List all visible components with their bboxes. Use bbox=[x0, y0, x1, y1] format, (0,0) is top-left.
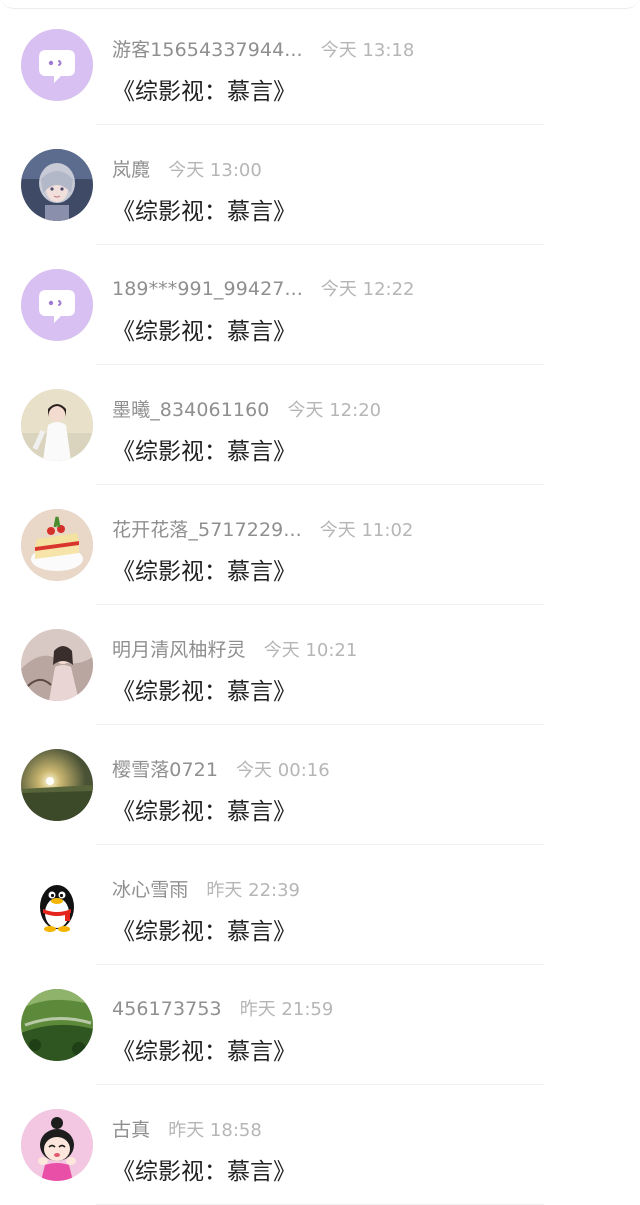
username[interactable]: 岚麑 bbox=[112, 155, 150, 182]
list-item[interactable]: 岚麑 今天 13:00 《综影视：慕言》 bbox=[0, 125, 640, 245]
anime-girl-avatar[interactable] bbox=[21, 149, 93, 221]
username[interactable]: 墨曦_834061160 bbox=[112, 395, 270, 422]
message-text: 《综影视：慕言》 bbox=[112, 919, 296, 945]
username[interactable]: 古真 bbox=[112, 1115, 150, 1142]
message-text: 《综影视：慕言》 bbox=[112, 79, 296, 105]
username[interactable]: 456173753 bbox=[112, 998, 222, 1020]
timestamp: 今天 12:20 bbox=[287, 400, 382, 421]
chat-bubble-icon[interactable] bbox=[21, 29, 93, 101]
timestamp: 昨天 21:59 bbox=[239, 999, 334, 1020]
list-item[interactable]: 明月清风柚籽灵 今天 10:21 《综影视：慕言》 bbox=[0, 605, 640, 725]
penguin-icon[interactable] bbox=[21, 869, 93, 941]
timestamp: 今天 10:21 bbox=[263, 640, 358, 661]
woman-white-dress-avatar[interactable] bbox=[21, 389, 93, 461]
list-item[interactable]: 花开花落_5717229... 今天 11:02 《综影视：慕言》 bbox=[0, 485, 640, 605]
timestamp: 昨天 22:39 bbox=[206, 880, 301, 901]
username[interactable]: 冰心雪雨 bbox=[112, 875, 188, 902]
green-hills-avatar[interactable] bbox=[21, 989, 93, 1061]
chat-bubble-icon[interactable] bbox=[21, 269, 93, 341]
message-text: 《综影视：慕言》 bbox=[112, 199, 296, 225]
list-item[interactable]: 墨曦_834061160 今天 12:20 《综影视：慕言》 bbox=[0, 365, 640, 485]
timestamp: 今天 13:00 bbox=[168, 160, 262, 181]
list-item[interactable]: 古真 昨天 18:58 《综影视：慕言》 bbox=[0, 1085, 640, 1205]
username[interactable]: 花开花落_5717229... bbox=[112, 515, 302, 542]
timestamp: 今天 00:16 bbox=[236, 760, 330, 781]
username[interactable]: 樱雪落0721 bbox=[112, 755, 218, 782]
username[interactable]: 游客15654337944... bbox=[112, 35, 303, 62]
timestamp: 今天 13:18 bbox=[320, 40, 415, 61]
message-text: 《综影视：慕言》 bbox=[112, 559, 296, 585]
list-item[interactable]: 游客15654337944... 今天 13:18 《综影视：慕言》 bbox=[0, 5, 640, 125]
username[interactable]: 189***991_99427... bbox=[112, 278, 303, 300]
message-list: 游客15654337944... 今天 13:18 《综影视：慕言》 岚麑 今天… bbox=[0, 0, 640, 1205]
sunset-field-avatar[interactable] bbox=[21, 749, 93, 821]
list-item[interactable]: 冰心雪雨 昨天 22:39 《综影视：慕言》 bbox=[0, 845, 640, 965]
username[interactable]: 明月清风柚籽灵 bbox=[112, 635, 246, 662]
dessert-avatar[interactable] bbox=[21, 509, 93, 581]
timestamp: 昨天 18:58 bbox=[168, 1120, 262, 1141]
message-text: 《综影视：慕言》 bbox=[112, 1039, 296, 1065]
message-text: 《综影视：慕言》 bbox=[112, 319, 296, 345]
ancient-costume-avatar[interactable] bbox=[21, 629, 93, 701]
timestamp: 今天 11:02 bbox=[319, 520, 414, 541]
message-text: 《综影视：慕言》 bbox=[112, 439, 296, 465]
timestamp: 今天 12:22 bbox=[320, 279, 415, 300]
message-text: 《综影视：慕言》 bbox=[112, 679, 296, 705]
list-item[interactable]: 456173753 昨天 21:59 《综影视：慕言》 bbox=[0, 965, 640, 1085]
list-item[interactable]: 189***991_99427... 今天 12:22 《综影视：慕言》 bbox=[0, 245, 640, 365]
message-text: 《综影视：慕言》 bbox=[112, 799, 296, 825]
cartoon-girl-avatar[interactable] bbox=[21, 1109, 93, 1181]
message-text: 《综影视：慕言》 bbox=[112, 1159, 296, 1185]
list-item[interactable]: 樱雪落0721 今天 00:16 《综影视：慕言》 bbox=[0, 725, 640, 845]
